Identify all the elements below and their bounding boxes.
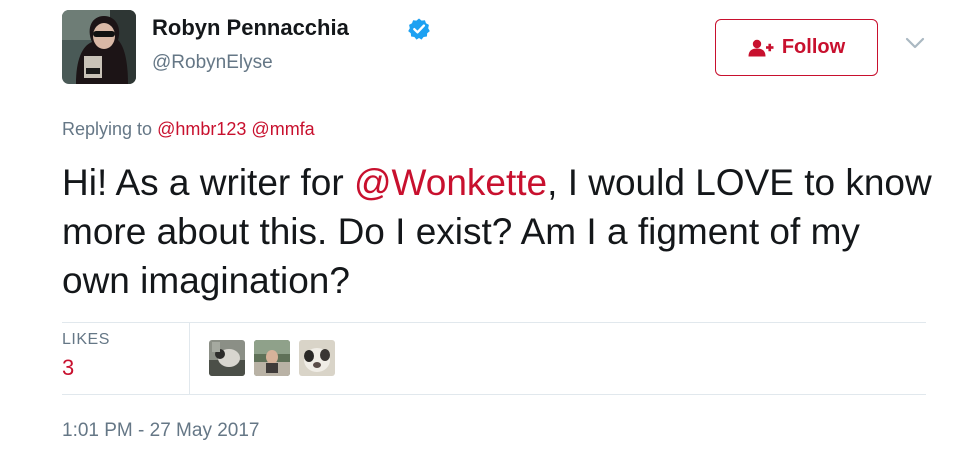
tweet-timestamp[interactable]: 1:01 PM - 27 May 2017 xyxy=(62,420,260,442)
stats-top-divider xyxy=(62,322,926,323)
avatar-photo xyxy=(62,10,136,84)
author-display-name[interactable]: Robyn Pennacchia xyxy=(152,15,349,41)
liker-avatar-3[interactable] xyxy=(299,340,335,376)
tweet-text: Hi! As a writer for @Wonkette, I would L… xyxy=(62,158,932,305)
replying-to-line: Replying to @hmbr123 @mmfa xyxy=(62,119,315,140)
reply-mention-hmbr123[interactable]: @hmbr123 xyxy=(157,119,246,139)
follow-button-label: Follow xyxy=(781,36,846,58)
liker-avatar-1[interactable] xyxy=(209,340,245,376)
likes-count[interactable]: 3 xyxy=(62,355,74,381)
liker-photo-2 xyxy=(254,340,290,376)
reply-mention-mmfa[interactable]: @mmfa xyxy=(251,119,314,139)
verified-badge-icon xyxy=(408,18,430,40)
tweet-mention-wonkette[interactable]: @Wonkette xyxy=(354,162,547,203)
liker-avatar-2[interactable] xyxy=(254,340,290,376)
chevron-down-icon[interactable] xyxy=(904,35,926,51)
author-avatar[interactable] xyxy=(62,10,136,84)
liker-photo-3 xyxy=(299,340,335,376)
author-handle[interactable]: @RobynElyse xyxy=(152,52,273,74)
tweet-text-before: Hi! As a writer for xyxy=(62,162,354,203)
stats-separator xyxy=(189,323,190,394)
follow-button[interactable]: Follow xyxy=(715,19,878,76)
liker-photo-1 xyxy=(209,340,245,376)
replying-to-label: Replying to xyxy=(62,119,153,139)
add-user-icon xyxy=(748,39,774,56)
likes-label[interactable]: LIKES xyxy=(62,331,110,349)
stats-bottom-divider xyxy=(62,394,926,395)
